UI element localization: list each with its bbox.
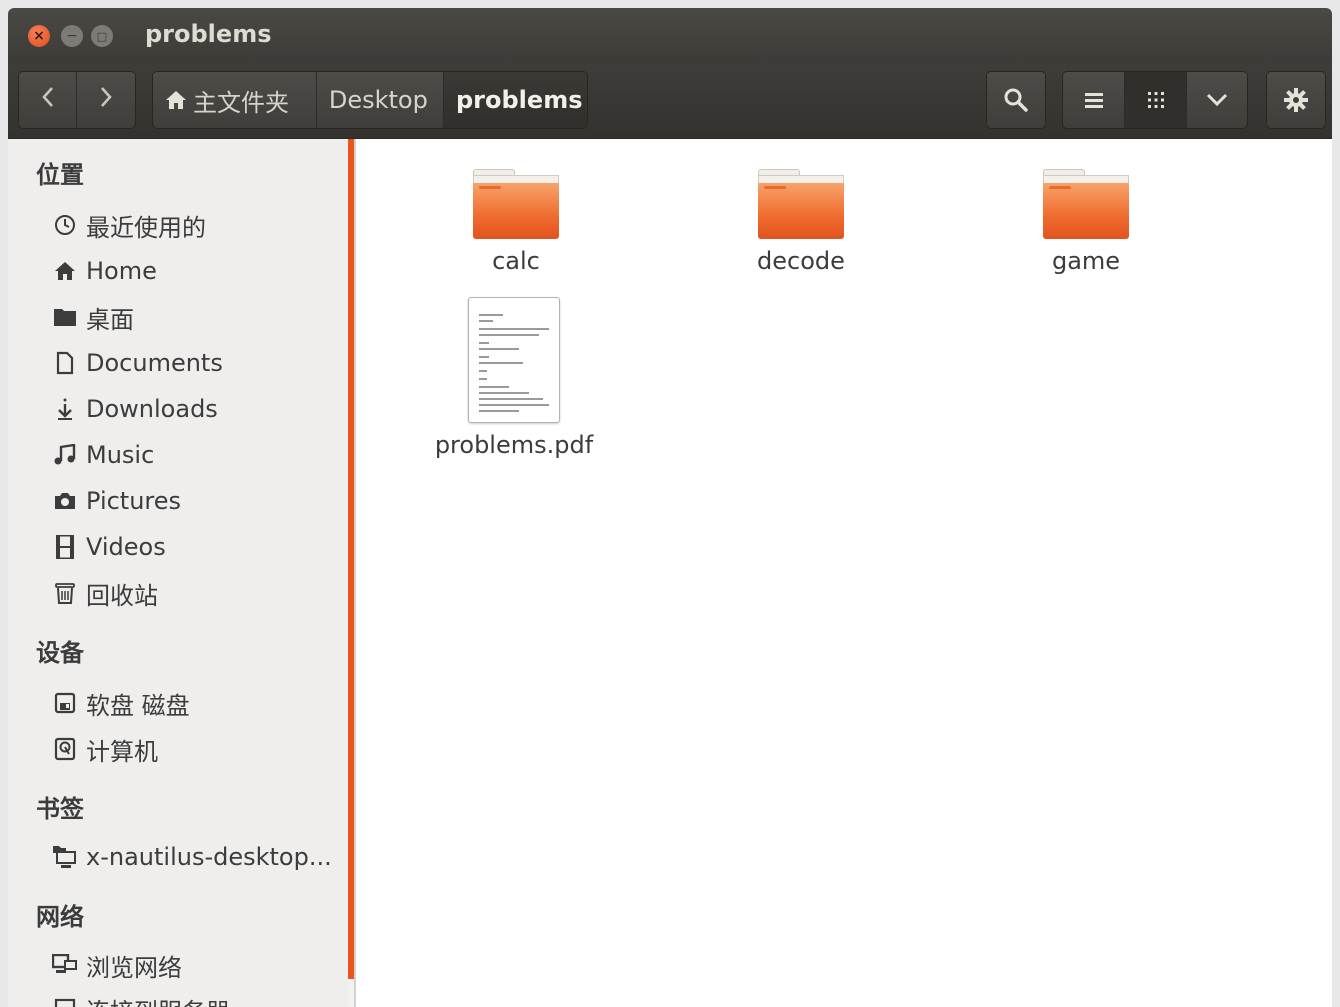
breadcrumb-desktop[interactable]: Desktop	[315, 72, 443, 128]
sidebar-section-places: 位置	[36, 161, 84, 189]
sidebar-item-label: 浏览网络	[86, 953, 182, 982]
sidebar: 位置 最近使用的 Home 桌面 Documents Downloads Mus…	[8, 139, 348, 1007]
sidebar-section-bookmarks: 书签	[36, 795, 84, 823]
file-item-decode[interactable]: decode	[711, 169, 891, 275]
sidebar-item-music[interactable]: Music	[50, 436, 154, 474]
floppy-icon	[50, 692, 80, 714]
list-icon	[1083, 90, 1105, 110]
sidebar-item-home[interactable]: Home	[50, 252, 157, 290]
folder-icon	[1043, 169, 1129, 239]
sidebar-item-recent[interactable]: 最近使用的	[50, 206, 206, 244]
search-icon	[1003, 87, 1029, 113]
grid-view-button[interactable]	[1124, 72, 1186, 128]
sidebar-item-bookmark-desktop[interactable]: x-nautilus-desktop...	[50, 838, 332, 876]
folder-icon	[758, 169, 844, 239]
file-item-calc[interactable]: calc	[426, 169, 606, 275]
sidebar-item-trash[interactable]: 回收站	[50, 574, 158, 612]
home-icon	[50, 261, 80, 281]
sidebar-item-documents[interactable]: Documents	[50, 344, 223, 382]
gear-icon	[1283, 87, 1309, 113]
sidebar-item-browse-network[interactable]: 浏览网络	[50, 946, 182, 984]
sidebar-item-label: Music	[86, 441, 155, 469]
file-item-game[interactable]: game	[996, 169, 1176, 275]
back-button[interactable]	[19, 72, 76, 128]
title-bar: × − □ problems	[8, 8, 1332, 64]
maximize-window-button[interactable]: □	[91, 25, 113, 47]
sidebar-item-label: Videos	[86, 533, 166, 561]
breadcrumb-home-label: 主文件夹	[193, 88, 289, 117]
file-item-problems-pdf[interactable]: problems.pdf	[424, 297, 604, 459]
toolbar: 主文件夹 Desktop problems	[8, 64, 1332, 139]
list-view-button[interactable]	[1063, 72, 1124, 128]
download-icon	[50, 397, 80, 421]
sidebar-section-network: 网络	[36, 903, 84, 931]
sidebar-section-devices: 设备	[36, 639, 84, 667]
history-nav	[18, 71, 136, 129]
harddisk-icon	[50, 737, 80, 761]
settings-group	[1266, 71, 1326, 129]
minimize-window-button[interactable]: −	[61, 25, 83, 47]
forward-button[interactable]	[76, 72, 135, 128]
sidebar-item-label: Home	[86, 257, 157, 285]
sidebar-item-label: 连接到服务器	[86, 992, 230, 1007]
sidebar-item-label: Documents	[86, 349, 223, 377]
sidebar-item-label: 桌面	[86, 305, 134, 334]
sidebar-item-connect-server[interactable]: 连接到服务器	[50, 990, 230, 1007]
sidebar-item-computer[interactable]: 计算机	[50, 730, 158, 768]
breadcrumb: 主文件夹 Desktop problems	[152, 71, 588, 129]
sidebar-item-label: 计算机	[86, 737, 158, 766]
chevron-right-icon	[98, 85, 114, 115]
trash-icon	[50, 581, 80, 605]
window-title: problems	[145, 20, 272, 48]
sidebar-item-desktop[interactable]: 桌面	[50, 298, 134, 336]
pdf-thumbnail-icon	[468, 297, 560, 423]
view-switcher	[1062, 71, 1248, 129]
file-name: decode	[757, 247, 845, 275]
sidebar-item-pictures[interactable]: Pictures	[50, 482, 181, 520]
file-manager-window: × − □ problems 主文件夹 Desktop problems 位置 …	[8, 8, 1332, 1007]
server-icon	[50, 998, 80, 1007]
search-button[interactable]	[987, 72, 1045, 128]
film-icon	[50, 534, 80, 560]
sidebar-item-label: Downloads	[86, 395, 218, 423]
breadcrumb-problems[interactable]: problems	[443, 72, 587, 128]
network-icon	[50, 954, 80, 976]
music-icon	[50, 444, 80, 466]
document-icon	[50, 351, 80, 375]
file-name: problems.pdf	[434, 431, 594, 459]
camera-icon	[50, 491, 80, 511]
sidebar-item-label: 回收站	[86, 581, 158, 610]
file-name: calc	[492, 247, 540, 275]
clock-icon	[50, 214, 80, 236]
sidebar-item-label: 最近使用的	[86, 213, 206, 242]
file-name: game	[1051, 247, 1121, 275]
sidebar-item-downloads[interactable]: Downloads	[50, 390, 218, 428]
desktop-icon	[50, 845, 80, 869]
grid-icon	[1145, 89, 1167, 111]
settings-button[interactable]	[1267, 72, 1325, 128]
sidebar-item-floppy[interactable]: 软盘 磁盘	[50, 684, 190, 722]
view-options-button[interactable]	[1185, 72, 1247, 128]
file-view[interactable]: calc decode game problems.pdf	[356, 139, 1332, 1007]
sidebar-item-label: x-nautilus-desktop...	[86, 843, 332, 871]
sidebar-item-videos[interactable]: Videos	[50, 528, 166, 566]
close-window-button[interactable]: ×	[28, 25, 50, 47]
sidebar-item-label: Pictures	[86, 487, 182, 515]
folder-icon	[473, 169, 559, 239]
folder-icon	[50, 307, 80, 327]
search-group	[986, 71, 1046, 129]
breadcrumb-home[interactable]: 主文件夹	[153, 72, 316, 128]
sidebar-item-label: 软盘 磁盘	[86, 691, 190, 720]
chevron-left-icon	[40, 85, 56, 115]
chevron-down-icon	[1205, 92, 1229, 108]
home-icon	[165, 90, 187, 110]
